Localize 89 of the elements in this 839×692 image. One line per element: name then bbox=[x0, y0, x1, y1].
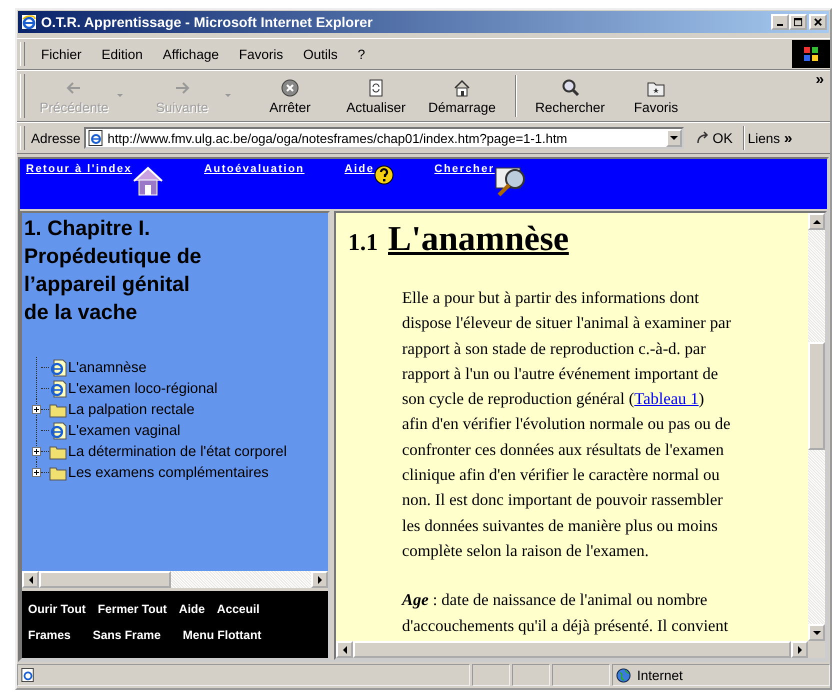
house-icon bbox=[452, 78, 472, 98]
page-icon bbox=[49, 358, 67, 376]
toolbar-button[interactable]: Rechercher bbox=[527, 76, 613, 116]
menu-item[interactable]: Affichage bbox=[152, 46, 229, 62]
menu-item[interactable]: Edition bbox=[92, 46, 153, 62]
go-button[interactable]: OK bbox=[688, 130, 741, 146]
nav-link[interactable]: Retour à l'index bbox=[26, 163, 132, 175]
footer-link[interactable]: Frames bbox=[28, 628, 71, 642]
triangle-right-icon bbox=[318, 576, 322, 584]
house-icon bbox=[132, 165, 164, 197]
dropdown-button[interactable] bbox=[666, 129, 682, 147]
tree-item[interactable]: L'anamnèse bbox=[68, 360, 147, 376]
toolbar-button[interactable]: Arrêter bbox=[247, 76, 333, 116]
more-button[interactable]: » bbox=[816, 71, 824, 88]
page-icon bbox=[88, 130, 104, 146]
article-title: L'anamnèse bbox=[388, 219, 569, 259]
tree-item[interactable]: L'examen loco-régional bbox=[68, 380, 218, 396]
caret-icon bbox=[670, 136, 678, 140]
footer-link[interactable]: Menu Flottant bbox=[182, 628, 262, 642]
paragraph: Age : date de naissance de l'animal ou nombre d'accouchements qu'il a déjà présenté. Il convient bbox=[402, 589, 730, 637]
more-button[interactable]: » bbox=[784, 130, 792, 146]
tree-item[interactable]: L'examen vaginal bbox=[68, 422, 180, 438]
status-pane bbox=[512, 664, 550, 686]
footer-link[interactable]: Fermer Tout bbox=[98, 602, 167, 616]
tree-item[interactable]: La palpation rectale bbox=[68, 402, 195, 418]
expand-icon[interactable] bbox=[32, 468, 41, 477]
dropdown-arrow-icon bbox=[117, 94, 123, 98]
page-icon bbox=[21, 668, 35, 682]
expand-icon[interactable] bbox=[32, 447, 41, 456]
stop-icon bbox=[280, 78, 300, 98]
footer-link[interactable]: Sans Frame bbox=[92, 628, 161, 642]
scrollbar-thumb[interactable] bbox=[39, 571, 171, 588]
maximize-button[interactable] bbox=[789, 14, 807, 30]
help-icon bbox=[374, 165, 394, 185]
links-button[interactable]: Liens bbox=[748, 130, 780, 146]
nav-link[interactable]: Autoévaluation bbox=[204, 163, 305, 175]
scroll-left-button[interactable] bbox=[336, 641, 353, 658]
zone-label: Internet bbox=[637, 668, 683, 682]
ie-logo-icon bbox=[21, 14, 37, 30]
footer-link[interactable]: Acceuil bbox=[216, 602, 260, 616]
tree-item[interactable]: Les examens complémentaires bbox=[68, 464, 269, 480]
triangle-left-icon bbox=[342, 646, 346, 654]
scroll-up-button[interactable] bbox=[808, 213, 825, 230]
horizontal-scrollbar[interactable] bbox=[22, 571, 328, 588]
triangle-right-icon bbox=[798, 646, 802, 654]
scroll-right-button[interactable] bbox=[311, 571, 328, 588]
status-pane bbox=[472, 664, 510, 686]
footer-link[interactable]: Ourir Tout bbox=[28, 602, 86, 616]
window-title: O.T.R. Apprentissage - Microsoft Internet Explorer bbox=[41, 14, 374, 30]
table-link[interactable]: Tableau 1 bbox=[634, 389, 699, 408]
menu-item[interactable]: Favoris bbox=[228, 46, 294, 62]
minimize-button[interactable] bbox=[771, 14, 789, 30]
triangle-up-icon bbox=[812, 220, 820, 224]
scrollbar-thumb[interactable] bbox=[808, 342, 825, 450]
toolbar-button[interactable]: Actualiser bbox=[333, 76, 419, 116]
scroll-down-button[interactable] bbox=[808, 624, 825, 641]
menu-item[interactable]: Outils bbox=[293, 46, 348, 62]
status-pane bbox=[552, 664, 610, 686]
menu-item[interactable]: ? bbox=[348, 46, 376, 62]
minimize-icon bbox=[777, 24, 783, 26]
triangle-down-icon bbox=[812, 630, 820, 634]
paragraph: Elle a pour but à partir des informations dont dispose l'éleveur de situer l'animal à examiner par rapport à son stade de reproduction c.-à-d. par rapport à l'un ou l'autre événement important de son cycle de reproduction général (Tableau 1) afin d'en vérifier l'évolution normale ou pas ou de confronter ces données aux résultats de l'examen clinique afin d'en vérifier le caractère normal ou non. Il est donc important de pouvoir rassembler les données suivantes de manière plus ou moins complète selon la raison de l'examen. bbox=[402, 287, 732, 562]
vertical-scrollbar[interactable] bbox=[808, 213, 825, 641]
chapter-title: 1. Chapitre I. Propédeutique de l’appareil génital de la vache bbox=[24, 216, 202, 326]
nav-link[interactable]: Chercher bbox=[434, 163, 495, 175]
menu-item[interactable]: Fichier bbox=[31, 46, 92, 62]
scroll-left-button[interactable] bbox=[22, 571, 39, 588]
page-icon bbox=[49, 380, 67, 398]
close-icon bbox=[814, 18, 822, 26]
search-icon bbox=[494, 165, 527, 197]
maximize-icon bbox=[794, 18, 802, 26]
close-button[interactable] bbox=[809, 14, 827, 30]
nav-link[interactable]: Aide bbox=[344, 163, 374, 175]
section-number: 1.1 bbox=[348, 230, 378, 257]
page-icon bbox=[49, 422, 67, 440]
address-field[interactable]: http://www.fmv.ulg.ac.be/oga/oga/notesframes/chap01/index.htm?page=1-1.htm bbox=[84, 127, 684, 149]
toolbar-button[interactable]: Favoris bbox=[613, 76, 699, 116]
scroll-right-button[interactable] bbox=[791, 641, 808, 658]
toolbar-button[interactable]: Démarrage bbox=[419, 76, 505, 116]
dropdown-arrow-icon bbox=[225, 94, 231, 98]
globe-icon bbox=[616, 668, 631, 682]
search-icon bbox=[560, 78, 580, 98]
windows-logo-icon bbox=[792, 40, 830, 68]
address-label: Adresse bbox=[31, 130, 81, 146]
triangle-left-icon bbox=[28, 576, 32, 584]
arrow-icon bbox=[696, 131, 710, 145]
expand-icon[interactable] bbox=[32, 405, 41, 414]
footer-link[interactable]: Aide bbox=[178, 602, 205, 616]
tree-item[interactable]: La détermination de l'état corporel bbox=[68, 444, 287, 460]
